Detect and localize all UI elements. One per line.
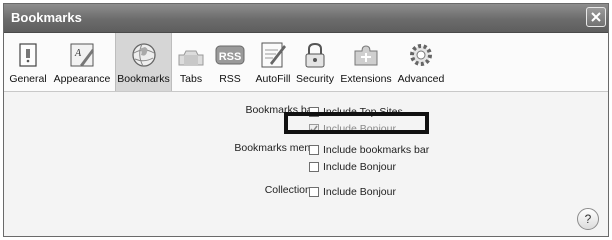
general-switch-icon (19, 43, 37, 67)
close-icon (591, 12, 601, 22)
rss-icon: RSS (215, 45, 245, 65)
include-bookmarks-bar-option[interactable]: Include bookmarks bar (309, 141, 429, 156)
collections-include-bonjour-option[interactable]: Include Bonjour (309, 183, 396, 198)
tab-extensions[interactable]: Extensions (338, 38, 394, 90)
rss-badge-text: RSS (219, 51, 242, 63)
tab-appearance[interactable]: A Appearance (52, 38, 112, 90)
security-lock-icon (305, 42, 325, 68)
highlight-annotation-box (284, 112, 429, 134)
autofill-pencil-icon (261, 42, 286, 68)
bookmarks-menu-label: Bookmarks menu: (234, 142, 319, 154)
tab-bookmarks[interactable]: Bookmarks (115, 33, 172, 91)
window-title: Bookmarks (11, 10, 82, 25)
tab-advanced[interactable]: Advanced (395, 38, 447, 90)
bookmarks-menu-include-bonjour-checkbox[interactable] (309, 161, 319, 172)
extensions-puzzle-icon (354, 45, 378, 66)
tab-security[interactable]: Security (295, 38, 335, 90)
tab-tabs[interactable]: Tabs (173, 38, 209, 90)
help-button[interactable]: ? (577, 208, 599, 230)
include-bookmarks-bar-checkbox[interactable] (309, 144, 319, 155)
bookmarks-menu-include-bonjour-option[interactable]: Include Bonjour (309, 158, 396, 173)
svg-text:A: A (74, 48, 82, 59)
tab-autofill[interactable]: AutoFill (252, 38, 294, 90)
advanced-gear-icon (410, 44, 432, 66)
bookmarks-globe-icon (131, 43, 156, 67)
bookmarks-settings-panel: Bookmarks bar: Include Top Sites Include… (4, 92, 608, 236)
title-bar[interactable]: Bookmarks (4, 4, 608, 33)
preferences-toolbar: General A Appearance Bookmarks Tabs RSS … (4, 33, 608, 92)
close-button[interactable] (586, 7, 606, 27)
appearance-font-icon: A (70, 43, 94, 67)
tab-rss[interactable]: RSS RSS (212, 38, 248, 90)
collections-include-bonjour-checkbox[interactable] (309, 186, 319, 197)
preferences-window: Bookmarks General A Appearance Bookmarks… (3, 3, 609, 237)
tabs-icon (178, 50, 204, 66)
tab-general[interactable]: General (8, 38, 48, 90)
